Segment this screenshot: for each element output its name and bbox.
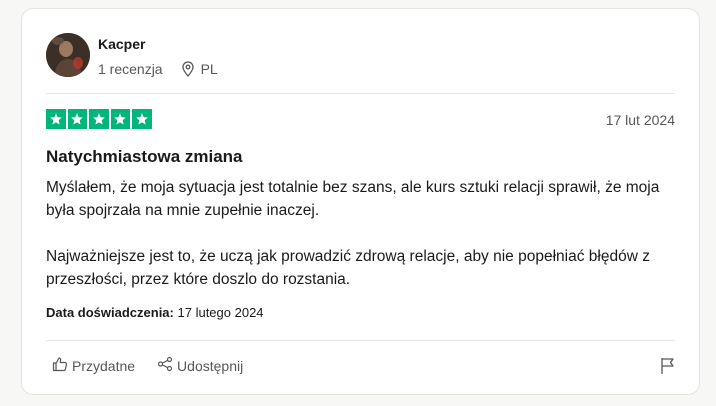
avatar[interactable] [46, 33, 90, 77]
useful-button[interactable]: Przydatne [52, 356, 135, 375]
reviewer-country: PL [200, 61, 218, 77]
star-icon [132, 109, 152, 129]
star-rating [46, 109, 152, 129]
flag-icon [660, 358, 676, 379]
experience-value: 17 lutego 2024 [177, 305, 264, 320]
star-icon [110, 109, 130, 129]
thumbs-up-icon [52, 356, 72, 375]
review-card: Kacper 1 recenzja PL 17 lut 2024 Natychm… [21, 8, 700, 395]
reviewer-meta: 1 recenzja PL [98, 61, 218, 77]
location-pin-icon [181, 61, 195, 77]
star-icon [46, 109, 66, 129]
share-button[interactable]: Udostępnij [157, 356, 243, 375]
useful-label: Przydatne [72, 357, 136, 374]
header-divider [46, 93, 675, 94]
review-body: Myślałem, że moja sytuacja jest totalnie… [46, 176, 686, 291]
experience-date: Data doświadczenia: 17 lutego 2024 [46, 305, 264, 320]
reviewer-header: Kacper 1 recenzja PL [46, 33, 675, 93]
share-icon [157, 356, 177, 375]
footer-divider [46, 340, 675, 341]
review-count: 1 recenzja [98, 61, 163, 77]
share-label: Udostępnij [177, 357, 244, 374]
experience-label: Data doświadczenia: [46, 305, 174, 320]
review-paragraph: Najważniejsze jest to, że uczą jak prowa… [46, 248, 650, 288]
star-icon [67, 109, 87, 129]
reviewer-name[interactable]: Kacper [98, 36, 145, 52]
review-date: 17 lut 2024 [605, 112, 675, 128]
report-flag-button[interactable] [660, 357, 676, 380]
star-icon [89, 109, 109, 129]
review-paragraph: Myślałem, że moja sytuacja jest totalnie… [46, 179, 660, 219]
review-title[interactable]: Natychmiastowa zmiana [46, 147, 243, 167]
review-actions: Przydatne Udostępnij [52, 356, 265, 375]
